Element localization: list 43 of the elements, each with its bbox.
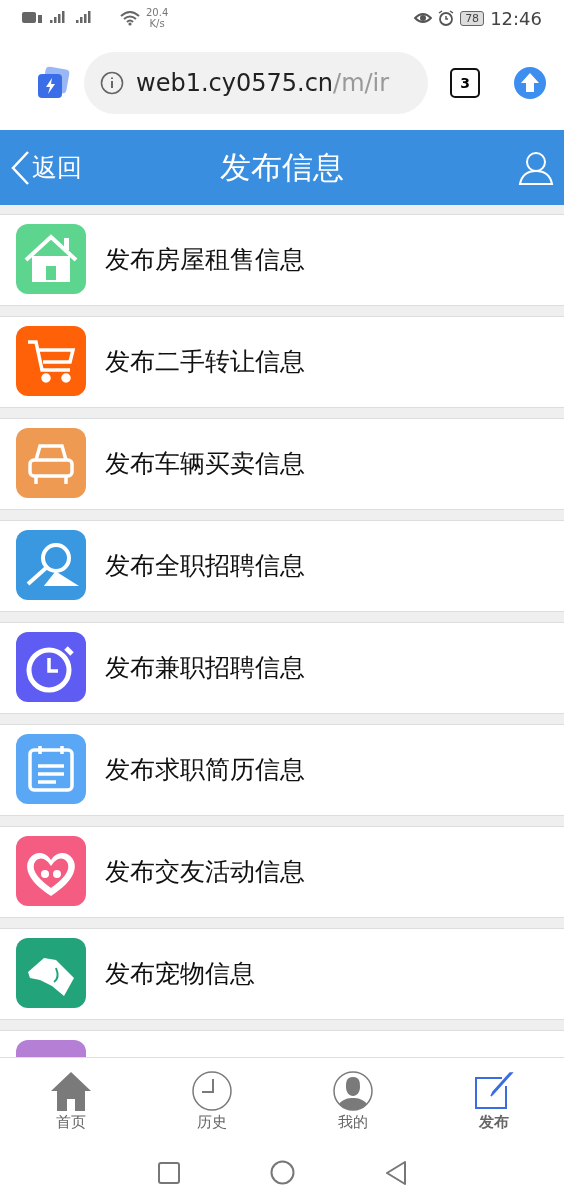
nav-tab[interactable]: 发布 xyxy=(423,1058,564,1145)
tab-count[interactable]: 3 xyxy=(450,68,480,98)
item-label: 发布交友活动信息 xyxy=(105,855,305,888)
list-item[interactable]: 发布求职简历信息 xyxy=(0,724,564,816)
list-item[interactable]: 发布宠物信息 xyxy=(0,928,564,1020)
recents-icon[interactable] xyxy=(157,1161,180,1184)
back-icon[interactable] xyxy=(384,1160,407,1185)
home-icon[interactable] xyxy=(269,1160,295,1185)
user-icon[interactable] xyxy=(518,149,554,186)
url-text: web1.cy0575.cn/m/ir xyxy=(136,69,390,97)
alarm-icon xyxy=(438,10,455,26)
eye-icon xyxy=(414,11,433,25)
wifi-icon xyxy=(120,10,140,26)
info-icon xyxy=(100,71,124,95)
item-label: 发布求职简历信息 xyxy=(105,753,305,786)
list-item[interactable]: 发布全职招聘信息 xyxy=(0,520,564,612)
network-speed: 20.4 xyxy=(146,7,169,18)
upload-icon[interactable] xyxy=(514,67,546,99)
user-icon xyxy=(332,1071,373,1111)
item-label: 发布全职招聘信息 xyxy=(105,549,305,582)
item-label: 发布房屋租售信息 xyxy=(105,243,305,276)
nav-tab[interactable]: 我的 xyxy=(282,1058,423,1145)
list-item[interactable]: 发布车辆买卖信息 xyxy=(0,418,564,510)
home-icon xyxy=(49,1071,92,1111)
nav-tab[interactable]: 首页 xyxy=(0,1058,141,1145)
list-item[interactable]: 发布兼职招聘信息 xyxy=(0,622,564,714)
battery-level: 78 xyxy=(460,10,485,26)
chevron-left-icon xyxy=(10,150,30,185)
list-item[interactable]: 发布房屋租售信息 xyxy=(0,214,564,306)
address-bar[interactable]: web1.cy0575.cn/m/ir xyxy=(84,52,428,114)
item-label: 发布兼职招聘信息 xyxy=(105,651,305,684)
list-item[interactable]: 发布交友活动信息 xyxy=(0,826,564,918)
list-item[interactable]: 发布二手转让信息 xyxy=(0,316,564,408)
item-label: 发布二手转让信息 xyxy=(105,345,305,378)
clock-time: 12:46 xyxy=(490,7,542,29)
clock-icon xyxy=(191,1071,232,1111)
item-label: 发布宠物信息 xyxy=(105,957,255,990)
network-speed-unit: K/s xyxy=(149,18,165,29)
lightning-icon[interactable] xyxy=(36,66,70,100)
nav-tab[interactable]: 历史 xyxy=(141,1058,282,1145)
page-title: 发布信息 xyxy=(220,147,344,187)
item-label: 发布车辆买卖信息 xyxy=(105,447,305,480)
edit-icon xyxy=(473,1071,514,1111)
